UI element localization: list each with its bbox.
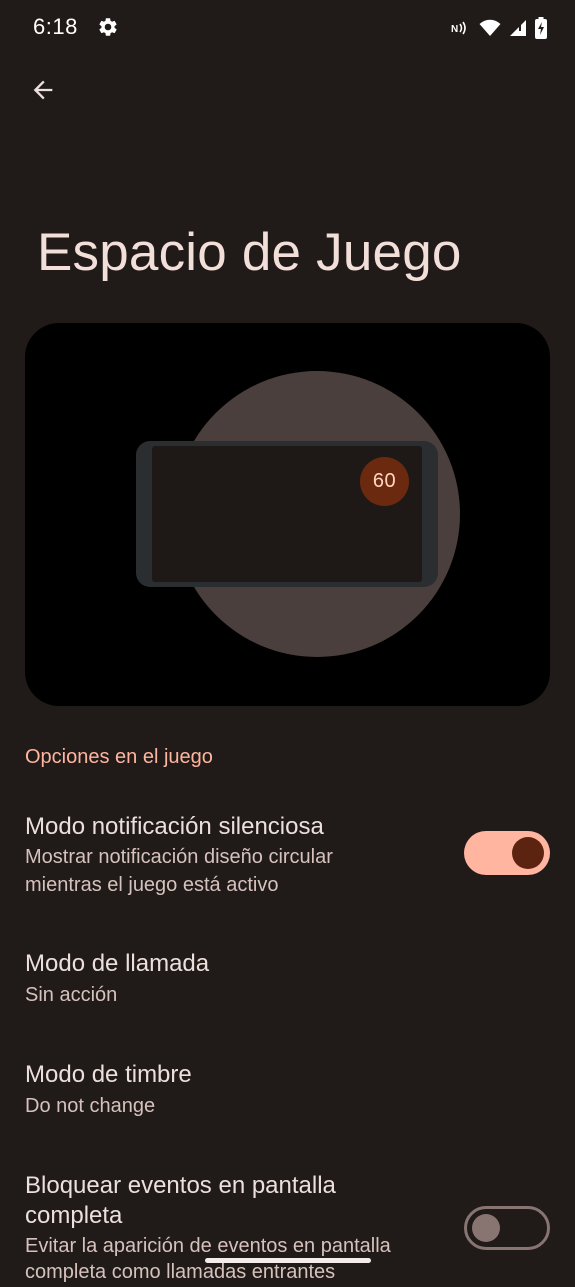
wifi-icon: [479, 19, 501, 37]
status-bar: 6:18 N: [0, 0, 575, 56]
cell-signal-icon: [509, 19, 527, 37]
setting-subtitle-line2: mientras el juego está activo: [25, 874, 279, 896]
setting-silent-notification[interactable]: Modo notificación silenciosa Mostrar not…: [0, 800, 575, 910]
status-icons: N: [451, 16, 547, 40]
setting-title-line2: completa: [25, 1202, 123, 1229]
gesture-nav-handle[interactable]: [205, 1258, 371, 1263]
toggle-knob: [472, 1214, 500, 1242]
setting-ringer-mode[interactable]: Modo de timbre Do not change: [0, 1048, 575, 1138]
setting-subtitle-line1: Evitar la aparición de eventos en pantal…: [25, 1235, 391, 1257]
setting-call-mode[interactable]: Modo de llamada Sin acción: [0, 938, 575, 1028]
fps-badge: 60: [360, 457, 409, 506]
svg-text:N: N: [451, 24, 458, 35]
battery-charging-icon: [535, 17, 547, 39]
settings-gear-icon: [97, 16, 119, 38]
setting-subtitle: Do not change: [25, 1095, 156, 1117]
page-title: Espacio de Juego: [37, 223, 462, 282]
arrow-back-icon: [29, 76, 57, 109]
toggle-knob: [512, 837, 544, 869]
section-header-in-game-options: Opciones en el juego: [25, 746, 213, 768]
setting-title-line1: Bloquear eventos en pantalla: [25, 1172, 336, 1199]
setting-subtitle-line1: Mostrar notificación diseño circular: [25, 846, 333, 868]
back-button[interactable]: [22, 72, 64, 112]
setting-title: Modo de timbre: [25, 1061, 192, 1088]
silent-notification-toggle[interactable]: [464, 831, 550, 875]
status-time: 6:18: [33, 14, 78, 39]
block-fullscreen-toggle[interactable]: [464, 1206, 550, 1250]
setting-subtitle: Sin acción: [25, 984, 118, 1006]
setting-title: Modo de llamada: [25, 950, 210, 977]
setting-title: Modo notificación silenciosa: [25, 813, 324, 840]
nfc-icon: N: [451, 20, 471, 36]
game-preview-illustration: 60: [25, 323, 550, 706]
